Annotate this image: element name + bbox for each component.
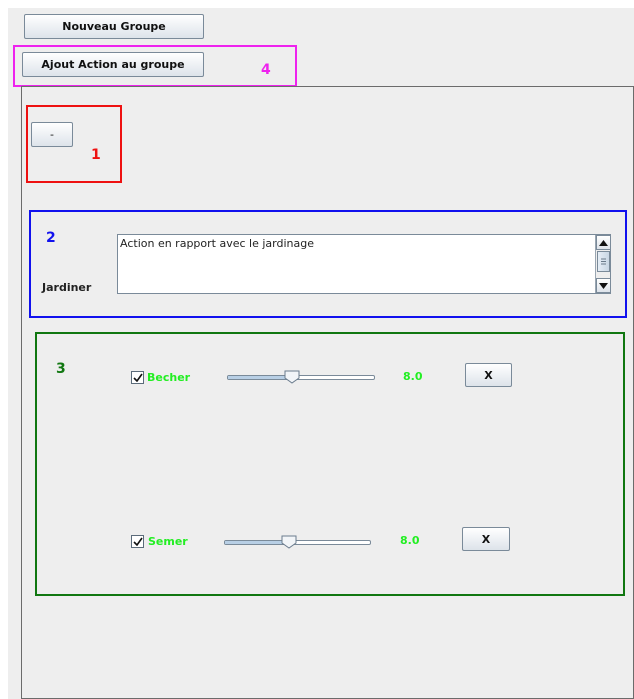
action-value: 8.0 [403,370,423,383]
new-group-button[interactable]: Nouveau Groupe [24,14,204,39]
action-slider-track[interactable] [227,375,375,380]
annotation-box-1 [26,105,122,183]
scroll-down-button[interactable] [596,278,611,293]
action-label[interactable]: Semer [148,535,188,548]
annotation-box-3 [35,332,625,596]
grip-icon [601,258,606,265]
slider-thumb-icon[interactable] [284,370,300,384]
annotation-number-4: 4 [261,62,271,78]
action-slider-fill [228,376,293,379]
checkmark-icon [132,373,143,382]
scroll-up-button[interactable] [596,235,611,250]
slider-thumb-icon[interactable] [281,535,297,549]
remove-action-button[interactable]: X [462,527,510,551]
scroll-down-arrow-icon [599,282,608,289]
action-slider-fill [225,541,289,544]
scroll-thumb[interactable] [597,251,610,272]
remove-action-button[interactable]: X [465,363,512,387]
annotation-box-4 [13,45,297,87]
checkmark-icon [132,537,143,546]
group-description-textarea[interactable]: Action en rapport avec le jardinage [117,234,611,294]
scroll-up-arrow-icon [599,239,608,246]
action-value: 8.0 [400,534,420,547]
annotation-number-1: 1 [91,147,101,163]
annotation-number-2: 2 [46,230,56,246]
action-checkbox[interactable] [131,371,144,384]
annotation-number-3: 3 [56,361,66,377]
action-checkbox[interactable] [131,535,144,548]
group-description-text: Action en rapport avec le jardinage [120,237,314,250]
description-scrollbar[interactable] [595,235,611,293]
action-slider-track[interactable] [224,540,371,545]
group-name-label: Jardiner [42,281,92,294]
action-label[interactable]: Becher [147,371,190,384]
